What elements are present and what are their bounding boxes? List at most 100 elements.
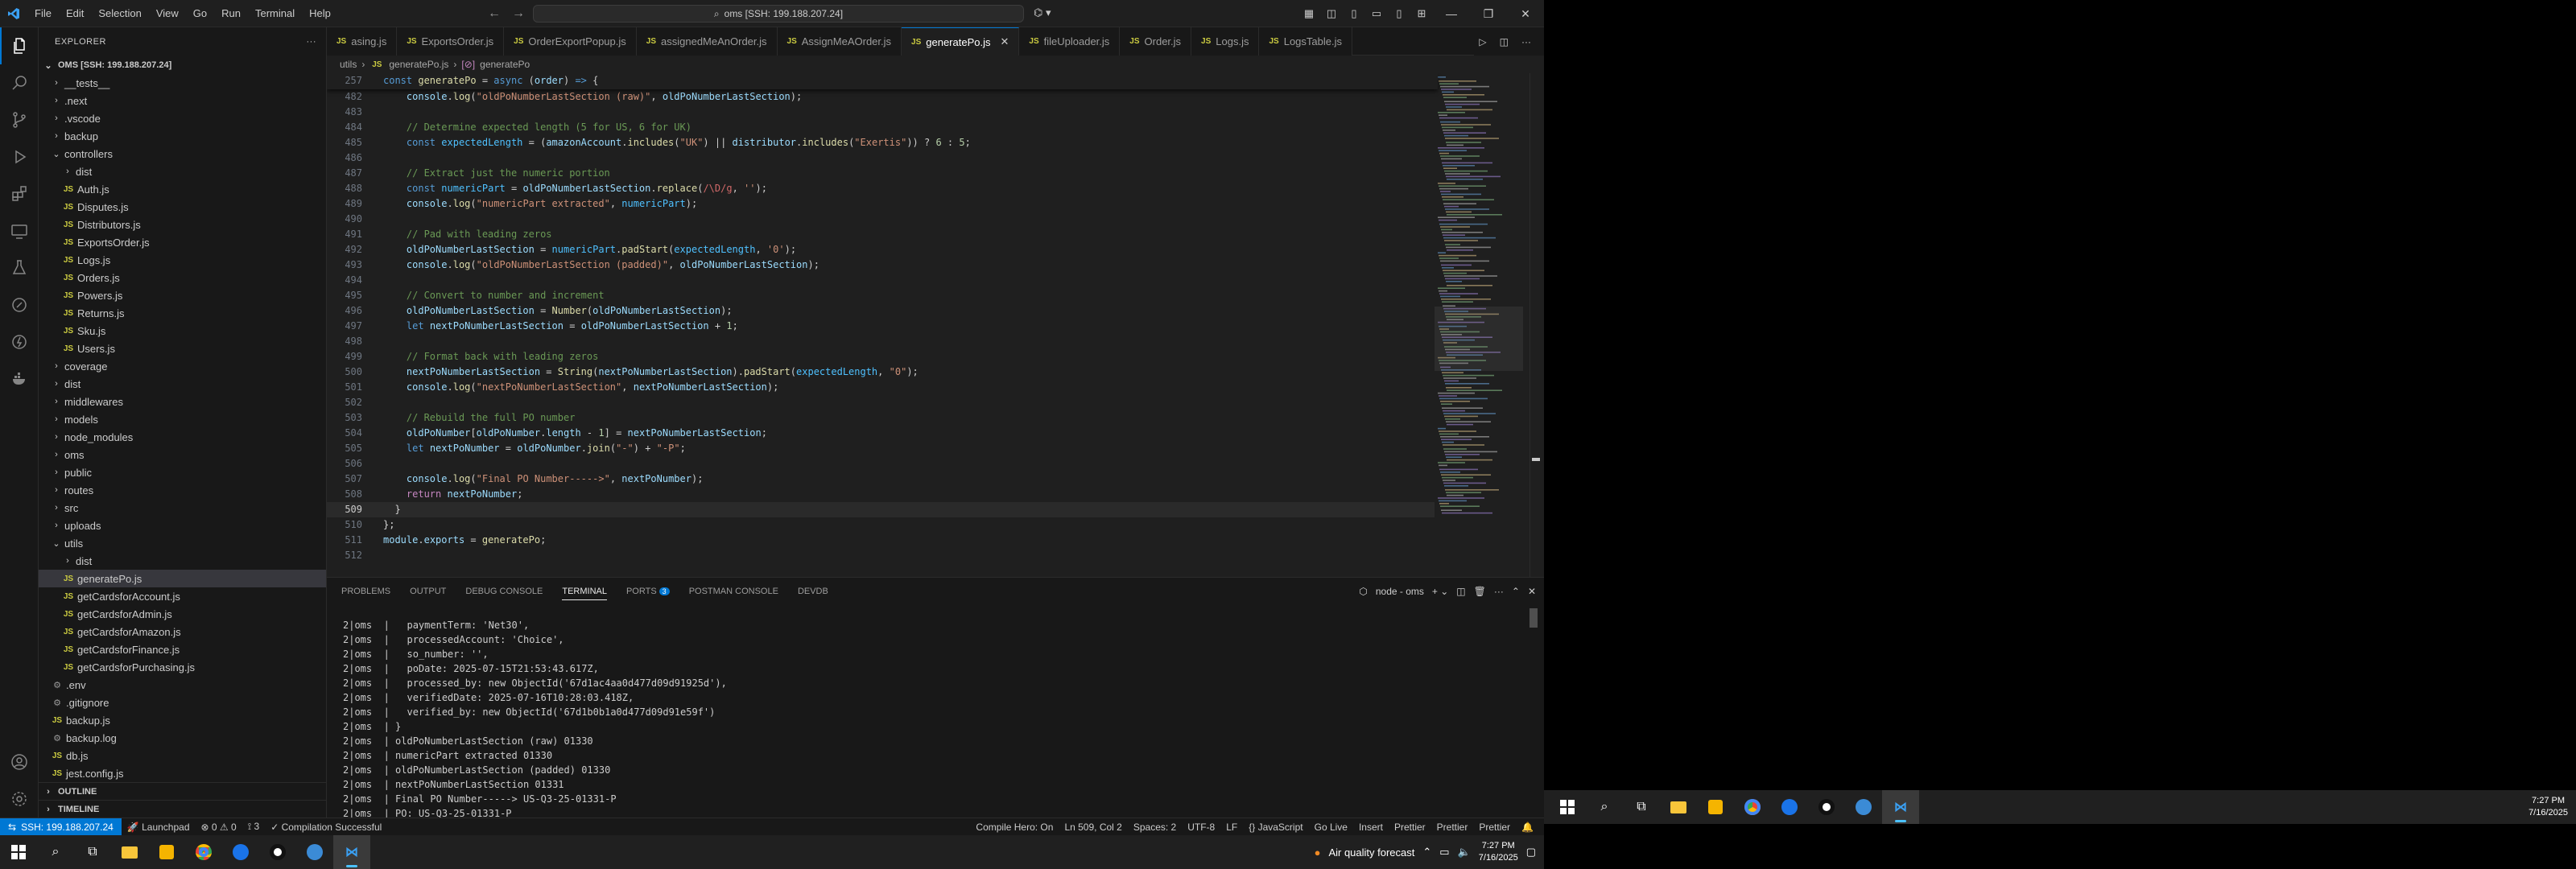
minimap[interactable] xyxy=(1435,73,1523,577)
minimap-slider[interactable] xyxy=(1435,307,1523,371)
tab-fileuploader[interactable]: JS fileUploader.js xyxy=(1019,27,1121,56)
search-view-icon[interactable] xyxy=(0,64,39,101)
status-item-8[interactable]: Prettier xyxy=(1389,822,1431,833)
toggle-secondary-sidebar-icon[interactable]: ▯ xyxy=(1388,0,1410,27)
chrome-icon[interactable] xyxy=(1734,790,1771,824)
tree-folder[interactable]: › uploads xyxy=(39,517,326,534)
tree-folder[interactable]: › coverage xyxy=(39,357,326,375)
close-window-button[interactable]: ✕ xyxy=(1507,0,1544,27)
code-line[interactable]: 488 const numericPart = oldPoNumberLastS… xyxy=(327,181,1438,196)
status-item-3[interactable]: UTF-8 xyxy=(1182,822,1220,833)
tray-chevron-icon[interactable]: ⌃ xyxy=(1422,846,1431,859)
tree-folder[interactable]: › .next xyxy=(39,92,326,109)
code-line[interactable]: 504 oldPoNumber[oldPoNumber.length - 1] … xyxy=(327,426,1438,441)
postman-icon[interactable] xyxy=(0,286,39,323)
tab-assignedmeanorder[interactable]: JS assignedMeAnOrder.js xyxy=(636,27,778,56)
close-panel-icon[interactable]: ✕ xyxy=(1528,586,1536,597)
app-icon-dark[interactable] xyxy=(1808,790,1845,824)
tree-file[interactable]: JS getCardsforAmazon.js xyxy=(39,623,326,640)
status-item-5[interactable]: {} JavaScript xyxy=(1243,822,1308,833)
windows-start-icon[interactable] xyxy=(0,835,37,869)
tree-folder[interactable]: › dist xyxy=(39,163,326,180)
tree-folder[interactable]: › node_modules xyxy=(39,428,326,446)
tree-file[interactable]: ⚙ .env xyxy=(39,676,326,694)
app-icon-blue[interactable] xyxy=(222,835,259,869)
tree-folder[interactable]: › models xyxy=(39,410,326,428)
taskbar-search-icon[interactable]: ⌕ xyxy=(1586,790,1623,824)
code-editor[interactable]: 257 const generatePo = async (order) => … xyxy=(327,73,1544,577)
command-center-search[interactable]: ⌕ oms [SSH: 199.188.207.24] xyxy=(533,5,1024,23)
tree-file[interactable]: ⚙ .gitignore xyxy=(39,694,326,711)
status-item-9[interactable]: Prettier xyxy=(1431,822,1474,833)
app-icon-blue[interactable] xyxy=(1771,790,1808,824)
code-line[interactable]: 482 console.log("oldPoNumberLastSection … xyxy=(327,89,1438,105)
customize-layout-icon[interactable]: ⊞ xyxy=(1410,0,1433,27)
chrome-icon[interactable] xyxy=(185,835,222,869)
tree-file[interactable]: JS Auth.js xyxy=(39,180,326,198)
breadcrumb-folder[interactable]: utils xyxy=(340,59,357,70)
run-icon[interactable]: ▷ xyxy=(1474,36,1491,47)
tab-exportsorder[interactable]: JS ExportsOrder.js xyxy=(397,27,505,56)
code-line[interactable]: 503 // Rebuild the full PO number xyxy=(327,410,1438,426)
code-line[interactable]: 485 const expectedLength = (amazonAccoun… xyxy=(327,135,1438,150)
remote-indicator[interactable]: ⇆ SSH: 199.188.207.24 xyxy=(0,818,122,836)
code-line[interactable]: 491 // Pad with leading zeros xyxy=(327,227,1438,242)
terminal-scrollbar[interactable] xyxy=(1530,608,1538,628)
panel-tab-debug-console[interactable]: DEBUG CONSOLE xyxy=(465,587,543,596)
status-item-4[interactable]: LF xyxy=(1220,822,1243,833)
code-line[interactable]: 502 xyxy=(327,395,1438,410)
code-line[interactable]: 487 // Extract just the numeric portion xyxy=(327,166,1438,181)
extension-icon[interactable]: ▦ xyxy=(1298,0,1320,27)
notifications-icon[interactable]: ▢ xyxy=(1526,846,1536,859)
tab-order[interactable]: JS Order.js xyxy=(1120,27,1192,56)
tree-file[interactable]: JS backup.js xyxy=(39,711,326,729)
menu-edit[interactable]: Edit xyxy=(59,0,91,27)
maximize-panel-icon[interactable]: ⌃ xyxy=(1512,586,1520,597)
kill-terminal-icon[interactable]: 🗑 xyxy=(1474,586,1486,597)
tree-folder[interactable]: › .vscode xyxy=(39,109,326,127)
new-terminal-icon[interactable]: + ⌄ xyxy=(1432,586,1448,597)
menu-go[interactable]: Go xyxy=(186,0,214,27)
accounts-icon[interactable] xyxy=(0,743,39,780)
panel-tab-postman-console[interactable]: POSTMAN CONSOLE xyxy=(689,587,778,596)
explorer-icon[interactable] xyxy=(0,27,39,64)
toggle-panel-icon[interactable]: ▭ xyxy=(1365,0,1388,27)
terminal-output[interactable]: 2|oms | paymentTerm: 'Net30', 2|oms | pro… xyxy=(343,618,727,821)
file-explorer-icon[interactable] xyxy=(111,835,148,869)
menu-view[interactable]: View xyxy=(149,0,186,27)
tree-file[interactable]: JS getCardsforFinance.js xyxy=(39,640,326,658)
tree-file[interactable]: JS Logs.js xyxy=(39,251,326,269)
copilot-icon[interactable]: ⌬ ▾ xyxy=(1034,6,1051,19)
taskbar-search-icon[interactable]: ⌕ xyxy=(37,835,74,869)
file-explorer-icon[interactable] xyxy=(1660,790,1697,824)
code-line[interactable]: 505 let nextPoNumber = oldPoNumber.join(… xyxy=(327,441,1438,456)
tree-folder[interactable]: › src xyxy=(39,499,326,517)
breadcrumb-symbol[interactable]: generatePo xyxy=(480,59,530,70)
tree-file[interactable]: JS db.js xyxy=(39,747,326,764)
code-line[interactable]: 500 nextPoNumberLastSection = String(nex… xyxy=(327,364,1438,380)
more-actions-icon[interactable]: ··· xyxy=(1494,586,1504,597)
tree-file[interactable]: JS ExportsOrder.js xyxy=(39,233,326,251)
copilot-chat-icon[interactable] xyxy=(0,323,39,360)
code-line[interactable]: 496 oldPoNumberLastSection = Number(oldP… xyxy=(327,303,1438,319)
launchpad-item[interactable]: 🚀 Launchpad xyxy=(122,822,196,833)
sticky-scroll-line[interactable]: 257 const generatePo = async (order) => … xyxy=(327,73,1438,89)
toggle-sidebar-icon[interactable]: ▯ xyxy=(1343,0,1365,27)
code-line[interactable]: 498 xyxy=(327,334,1438,349)
terminal-name[interactable]: node - oms xyxy=(1376,586,1424,597)
code-line[interactable]: 483 xyxy=(327,105,1438,120)
code-line[interactable]: 494 xyxy=(327,273,1438,288)
tab-logs[interactable]: JS Logs.js xyxy=(1191,27,1260,56)
app-icon-dark[interactable] xyxy=(259,835,296,869)
tree-file[interactable]: JS jest.config.js xyxy=(39,764,326,782)
clock[interactable]: 7:27 PM 7/16/2025 xyxy=(1479,840,1518,864)
code-line[interactable]: 486 xyxy=(327,150,1438,166)
tree-file[interactable]: JS Sku.js xyxy=(39,322,326,340)
code-line[interactable]: 509 } xyxy=(327,502,1438,517)
status-item-6[interactable]: Go Live xyxy=(1309,822,1353,833)
tree-file[interactable]: JS getCardsforAccount.js xyxy=(39,587,326,605)
panel-tab-terminal[interactable]: TERMINAL xyxy=(562,587,607,600)
tree-folder[interactable]: › routes xyxy=(39,481,326,499)
code-line[interactable]: 508 return nextPoNumber; xyxy=(327,487,1438,502)
status-item-7[interactable]: Insert xyxy=(1353,822,1389,833)
